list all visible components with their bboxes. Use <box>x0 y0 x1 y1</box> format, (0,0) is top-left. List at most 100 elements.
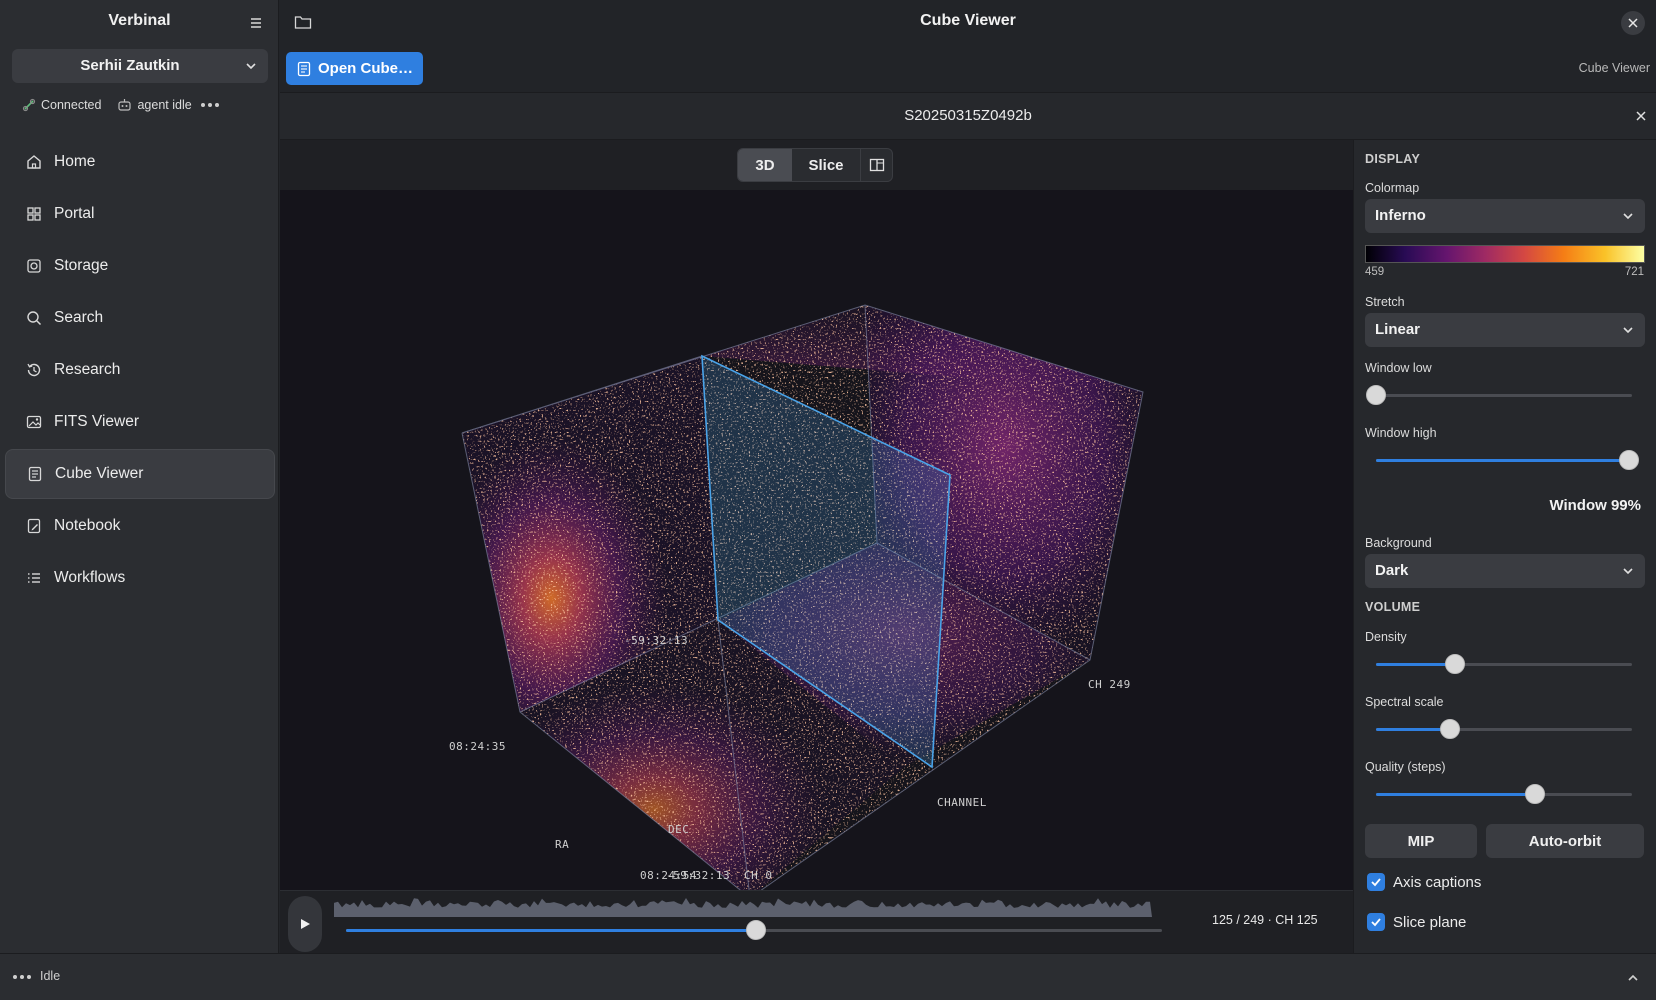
close-document-icon[interactable] <box>1632 107 1650 125</box>
viewer-toolbar: 3D Slice <box>280 140 1353 190</box>
more-options-icon[interactable] <box>12 974 32 980</box>
checkbox-checked[interactable] <box>1367 913 1385 931</box>
connection-label: Connected <box>41 98 102 112</box>
slider-track[interactable] <box>1376 394 1632 397</box>
view-mode-switch: 3D Slice <box>737 148 893 182</box>
mode-slice-button[interactable]: Slice <box>792 149 860 181</box>
document-title: S20250315Z0492b <box>904 107 1032 124</box>
chevron-up-icon[interactable] <box>1626 971 1640 985</box>
sidebar-item-label: Storage <box>54 257 109 274</box>
more-options-icon[interactable] <box>200 102 220 108</box>
spectral-scale-label: Spectral scale <box>1365 695 1444 709</box>
sidebar-item-workflows[interactable]: Workflows <box>5 553 275 603</box>
status-text: Idle <box>40 969 61 983</box>
slider-fill <box>1376 459 1629 462</box>
stretch-select[interactable]: Linear <box>1365 313 1645 347</box>
channel-axis-caption: CHANNEL <box>937 796 987 809</box>
spectrum-sparkline <box>334 898 1152 917</box>
breadcrumb: Cube Viewer <box>1578 61 1650 75</box>
split-view-button[interactable] <box>860 149 892 181</box>
cube-render[interactable]: -59:32:13 08:24:35 CH 249 CHANNEL RA DEC… <box>280 190 1353 890</box>
channel-slider-thumb[interactable] <box>746 920 766 940</box>
user-name: Serhii Zautkin <box>80 57 180 74</box>
list-icon <box>28 573 40 583</box>
display-section-title: DISPLAY <box>1365 152 1421 166</box>
home-icon <box>27 155 41 169</box>
connection-status: Connected agent idle <box>22 96 220 114</box>
sidebar-item-label: Cube Viewer <box>55 465 144 482</box>
slider-fill <box>1376 663 1455 666</box>
colormap-select[interactable]: Inferno <box>1365 199 1645 233</box>
slider-fill <box>1376 793 1535 796</box>
link-icon <box>22 98 36 112</box>
search-icon <box>27 311 42 326</box>
hamburger-menu-icon[interactable] <box>244 12 268 34</box>
background-select[interactable]: Dark <box>1365 554 1645 588</box>
ch-start-caption: CH 0 <box>744 869 773 882</box>
history-icon <box>27 363 41 377</box>
colormap-label: Colormap <box>1365 181 1420 195</box>
sidebar-item-search[interactable]: Search <box>5 293 275 343</box>
density-label: Density <box>1365 630 1407 644</box>
user-selector[interactable]: Serhii Zautkin <box>12 49 268 83</box>
slider-thumb[interactable] <box>1525 784 1545 804</box>
sidebar-item-storage[interactable]: Storage <box>5 241 275 291</box>
axis-captions-toggle[interactable]: Axis captions <box>1367 873 1481 891</box>
sidebar-item-portal[interactable]: Portal <box>5 189 275 239</box>
stretch-value: Linear <box>1375 321 1421 338</box>
cube-doc-icon <box>28 466 42 482</box>
window-high-label: Window high <box>1365 426 1437 440</box>
sidebar-item-label: Portal <box>54 205 95 222</box>
slider-thumb[interactable] <box>1440 719 1460 739</box>
status-bar: Idle <box>0 953 1656 1000</box>
ra-axis-caption: RA <box>555 838 569 851</box>
sidebar: Verbinal Serhii Zautkin Connected agent … <box>0 0 279 953</box>
sidebar-item-label: FITS Viewer <box>54 413 139 430</box>
auto-orbit-button[interactable]: Auto-orbit <box>1486 824 1644 858</box>
storage-icon <box>27 259 41 273</box>
mode-3d-button[interactable]: 3D <box>738 149 792 181</box>
slider-thumb[interactable] <box>1619 450 1639 470</box>
window-low-slider[interactable] <box>1354 385 1656 405</box>
quality-label: Quality (steps) <box>1365 760 1446 774</box>
dec-origin-caption: -59:32:13 <box>666 869 730 882</box>
spectrum-area <box>334 898 1152 917</box>
sidebar-item-label: Notebook <box>54 517 121 534</box>
window-percent: Window 99% <box>1549 497 1641 514</box>
checkbox-checked[interactable] <box>1367 873 1385 891</box>
ra-value-caption: 08:24:35 <box>449 740 506 753</box>
quality-slider[interactable] <box>1354 784 1656 804</box>
volume-section-title: VOLUME <box>1365 600 1421 614</box>
chevron-down-icon <box>1623 568 1633 575</box>
grid-icon <box>27 207 41 221</box>
axis-captions-label: Axis captions <box>1393 873 1482 891</box>
open-cube-label: Open Cube… <box>318 60 414 77</box>
window-low-label: Window low <box>1365 361 1432 375</box>
sidebar-item-label: Home <box>54 153 96 170</box>
slice-plane-toggle[interactable]: Slice plane <box>1367 913 1466 931</box>
slider-thumb[interactable] <box>1445 654 1465 674</box>
cube-viewer: 3D Slice -59:32:13 08:24:35 CH 249 CHANN… <box>280 140 1353 953</box>
window-close-button[interactable] <box>1621 11 1645 35</box>
sidebar-item-cube-viewer[interactable]: Cube Viewer <box>5 449 275 499</box>
sidebar-item-home[interactable]: Home <box>5 137 275 187</box>
channel-timeline: 125 / 249 · CH 125 <box>280 890 1353 953</box>
play-button[interactable] <box>288 896 322 952</box>
sidebar-nav: Home Portal Storage Search Research FITS… <box>5 137 275 605</box>
sidebar-item-fits-viewer[interactable]: FITS Viewer <box>5 397 275 447</box>
sidebar-item-research[interactable]: Research <box>5 345 275 395</box>
volume-render-canvas[interactable]: -59:32:13 08:24:35 CH 249 CHANNEL RA DEC… <box>280 190 1353 890</box>
chevron-down-icon <box>1623 213 1633 220</box>
close-icon <box>1628 18 1638 28</box>
background-value: Dark <box>1375 562 1409 579</box>
dec-value-caption: -59:32:13 <box>624 634 688 647</box>
sidebar-item-notebook[interactable]: Notebook <box>5 501 275 551</box>
window-high-slider[interactable] <box>1354 450 1656 470</box>
open-cube-button[interactable]: Open Cube… <box>286 52 423 85</box>
ch-end-caption: CH 249 <box>1088 678 1131 691</box>
density-slider[interactable] <box>1354 654 1656 674</box>
channel-slider-fill <box>346 929 756 932</box>
slider-thumb[interactable] <box>1366 385 1386 405</box>
mip-button[interactable]: MIP <box>1365 824 1477 858</box>
spectral-scale-slider[interactable] <box>1354 719 1656 739</box>
